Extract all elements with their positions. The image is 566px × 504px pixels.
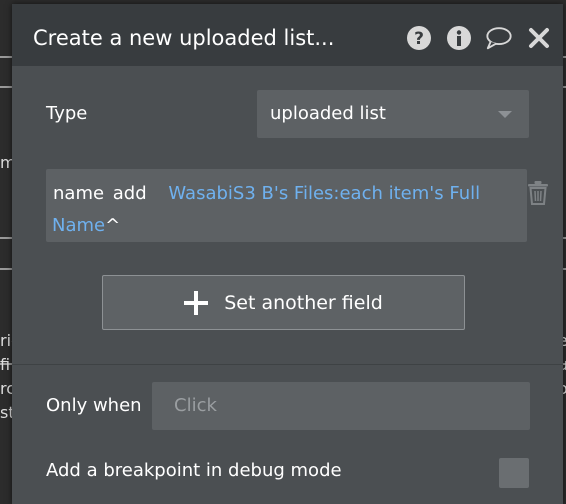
type-dropdown[interactable]: uploaded list: [257, 90, 529, 138]
titlebar-icons: ?: [405, 24, 553, 52]
help-icon[interactable]: ?: [405, 24, 433, 52]
field-expression-continued[interactable]: Name: [52, 215, 105, 236]
only-when-placeholder: Click: [174, 395, 217, 416]
create-uploaded-list-dialog: Create a new uploaded list... ? Type upl…: [12, 4, 563, 504]
field-operator: add: [112, 183, 147, 204]
breakpoint-checkbox[interactable]: [499, 458, 529, 488]
dialog-titlebar[interactable]: Create a new uploaded list... ?: [12, 4, 563, 66]
field-key: name: [53, 183, 105, 204]
expression-caret[interactable]: ^: [105, 215, 120, 236]
dialog-title: Create a new uploaded list...: [33, 26, 335, 50]
field-assignment[interactable]: name add WasabiS3 B's Files:each item's …: [46, 169, 527, 242]
field-assignment-line1: name add WasabiS3 B's Files:each item's …: [53, 182, 480, 206]
set-another-field-label: Set another field: [224, 291, 383, 314]
breakpoint-label: Add a breakpoint in debug mode: [46, 460, 342, 481]
field-expression[interactable]: WasabiS3 B's Files:each item's Full: [168, 183, 480, 204]
type-dropdown-value: uploaded list: [270, 103, 386, 124]
close-icon[interactable]: [525, 24, 553, 52]
field-assignment-line2: Name^: [52, 214, 120, 238]
only-when-label: Only when: [46, 395, 142, 416]
info-icon[interactable]: [445, 24, 473, 52]
svg-text:?: ?: [414, 29, 424, 49]
section-divider: [12, 364, 563, 365]
set-another-field-button[interactable]: Set another field: [102, 275, 465, 330]
only-when-condition-input[interactable]: Click: [152, 382, 530, 430]
trash-icon[interactable]: [527, 180, 549, 206]
type-label: Type: [46, 103, 88, 124]
bg-text-left: fi: [0, 355, 11, 374]
chevron-down-icon: [498, 111, 512, 118]
plus-icon: [184, 290, 209, 315]
comment-icon[interactable]: [485, 24, 513, 52]
